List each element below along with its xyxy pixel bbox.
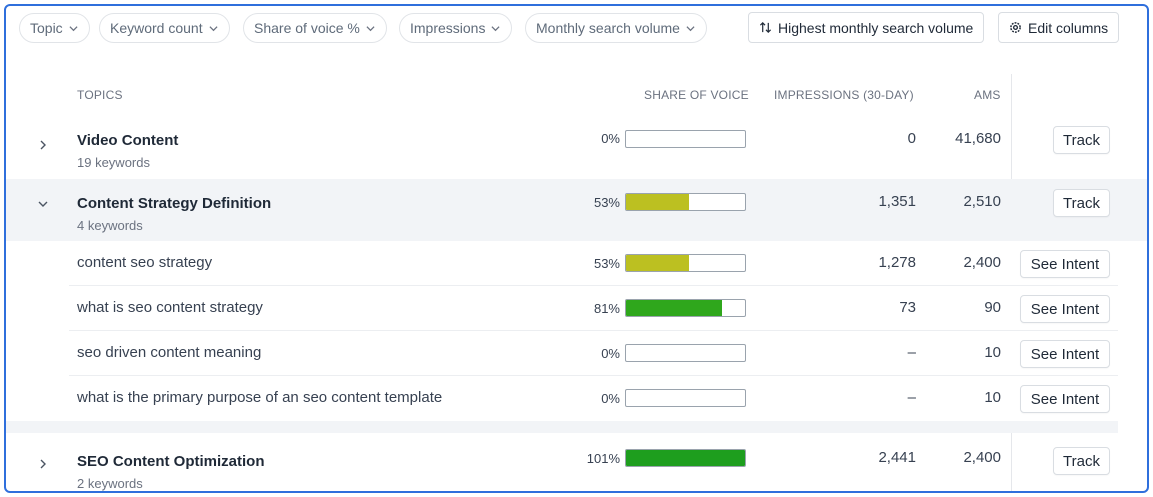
impressions-value: 2,441	[878, 449, 916, 466]
impressions-value: –	[907, 389, 916, 406]
keyword-row[interactable]: seo driven content meaning 0% – 10 See I…	[69, 331, 1118, 376]
topic-row[interactable]: SEO Content Optimization 2 keywords 101%…	[6, 437, 1147, 491]
sort-arrows-icon	[759, 21, 772, 34]
chevron-right-icon[interactable]	[36, 457, 50, 471]
filter-toolbar: Topic Keyword count Share of voice % Imp…	[6, 6, 1147, 58]
track-button[interactable]: Track	[1053, 447, 1110, 475]
sort-label: Highest monthly search volume	[778, 19, 974, 36]
filter-label: Share of voice %	[254, 20, 360, 36]
keyword-count: 2 keywords	[77, 476, 143, 491]
edit-columns-label: Edit columns	[1028, 19, 1109, 36]
filter-share-of-voice[interactable]: Share of voice %	[243, 13, 387, 43]
track-button[interactable]: Track	[1053, 126, 1110, 154]
keyword-count: 4 keywords	[77, 218, 143, 233]
topic-title: Content Strategy Definition	[77, 195, 272, 212]
keyword-count: 19 keywords	[77, 155, 150, 170]
impressions-value: 73	[899, 299, 916, 316]
impressions-value: 1,278	[878, 254, 916, 271]
sov-bar-fill	[626, 450, 745, 466]
filter-label: Keyword count	[110, 20, 203, 36]
keyword-row[interactable]: what is the primary purpose of an seo co…	[69, 376, 1118, 421]
ams-value: 2,510	[963, 193, 1001, 210]
impressions-value: 0	[907, 130, 916, 147]
ams-value: 2,400	[963, 449, 1001, 466]
ams-value: 2,400	[963, 254, 1001, 271]
sov-bar-fill	[626, 300, 723, 316]
sov-percent: 101%	[586, 451, 620, 466]
header-topics[interactable]: TOPICS	[77, 88, 123, 102]
topic-row-expanded[interactable]: Content Strategy Definition 4 keywords 5…	[6, 179, 1147, 241]
sov-bar	[625, 344, 746, 362]
topic-title: SEO Content Optimization	[77, 453, 265, 470]
chevron-down-icon	[686, 23, 696, 33]
sov-bar	[625, 389, 746, 407]
chevron-down-icon	[366, 23, 376, 33]
header-impressions[interactable]: IMPRESSIONS (30-DAY)	[774, 88, 914, 102]
sort-button[interactable]: Highest monthly search volume	[748, 12, 985, 43]
keyword-text: what is the primary purpose of an seo co…	[77, 389, 443, 406]
expanded-group-footer	[6, 421, 1118, 433]
ams-value: 10	[984, 389, 1001, 406]
impressions-value: –	[907, 344, 916, 361]
chevron-down-icon	[491, 23, 501, 33]
sov-percent: 53%	[593, 195, 620, 210]
keyword-text: seo driven content meaning	[77, 344, 262, 361]
track-button[interactable]: Track	[1053, 189, 1110, 217]
header-ams[interactable]: AMS	[974, 88, 1001, 102]
ams-value: 90	[984, 299, 1001, 316]
filter-topic[interactable]: Topic	[19, 13, 90, 43]
keyword-row[interactable]: what is seo content strategy 81% 73 90 S…	[69, 286, 1118, 331]
sov-bar	[625, 254, 746, 272]
impressions-value: 1,351	[878, 193, 916, 210]
see-intent-button[interactable]: See Intent	[1020, 250, 1110, 278]
chevron-down-icon	[69, 23, 79, 33]
filter-label: Impressions	[410, 20, 486, 36]
topic-title: Video Content	[77, 132, 179, 149]
sov-percent: 0%	[601, 131, 620, 146]
sov-bar	[625, 299, 746, 317]
sov-percent: 81%	[593, 301, 620, 316]
topics-table-panel: Topic Keyword count Share of voice % Imp…	[4, 4, 1149, 493]
ams-value: 41,680	[955, 130, 1001, 147]
chevron-right-icon[interactable]	[36, 138, 50, 152]
keyword-text: what is seo content strategy	[77, 299, 263, 316]
see-intent-button[interactable]: See Intent	[1020, 340, 1110, 368]
topic-row[interactable]: Video Content 19 keywords 0% 0 41,680 Tr…	[6, 116, 1147, 178]
see-intent-button[interactable]: See Intent	[1020, 295, 1110, 323]
keyword-text: content seo strategy	[77, 254, 213, 271]
chevron-down-icon[interactable]	[36, 197, 50, 211]
filter-label: Topic	[30, 20, 63, 36]
sov-percent: 0%	[601, 346, 620, 361]
filter-keyword-count[interactable]: Keyword count	[99, 13, 230, 43]
sov-percent: 0%	[601, 391, 620, 406]
keyword-row[interactable]: content seo strategy 53% 1,278 2,400 See…	[69, 241, 1118, 286]
sov-percent: 53%	[593, 256, 620, 271]
edit-columns-button[interactable]: Edit columns	[998, 12, 1120, 43]
filter-impressions[interactable]: Impressions	[399, 13, 513, 43]
filter-label: Monthly search volume	[536, 20, 680, 36]
sov-bar	[625, 449, 746, 467]
sov-bar-fill	[626, 255, 690, 271]
see-intent-button[interactable]: See Intent	[1020, 385, 1110, 413]
sov-bar-fill	[626, 194, 690, 210]
filter-monthly-search-volume[interactable]: Monthly search volume	[525, 13, 707, 43]
ams-value: 10	[984, 344, 1001, 361]
header-share-of-voice[interactable]: SHARE OF VOICE	[644, 88, 749, 102]
chevron-down-icon	[209, 23, 219, 33]
sov-bar	[625, 193, 746, 211]
sov-bar	[625, 130, 746, 148]
gear-icon	[1009, 21, 1022, 34]
